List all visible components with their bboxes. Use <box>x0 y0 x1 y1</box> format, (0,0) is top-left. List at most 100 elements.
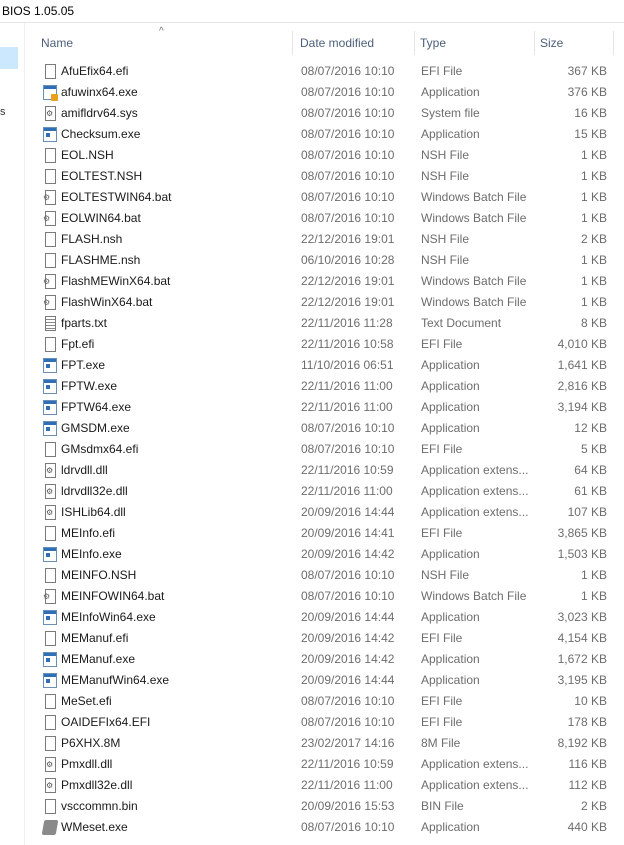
file-icon <box>45 64 56 79</box>
file-row[interactable]: Fpt.efi 22/11/2016 10:58 EFI File 4,010 KB <box>36 334 614 355</box>
file-row[interactable]: MEInfo.efi 20/09/2016 14:41 EFI File 3,865 … <box>36 523 614 544</box>
file-row[interactable]: MEManuf.exe 20/09/2016 14:42 Application 1,… <box>36 649 614 670</box>
file-type: Windows Batch File <box>421 190 527 204</box>
column-header-size[interactable]: Size <box>535 31 614 55</box>
file-date-modified: 08/07/2016 10:10 <box>301 568 395 582</box>
file-date-modified: 20/09/2016 14:44 <box>301 505 395 519</box>
file-row[interactable]: MEInfoWin64.exe 20/09/2016 14:44 Applicati… <box>36 607 614 628</box>
app-icon <box>43 358 57 373</box>
file-size: 1 KB <box>580 589 607 603</box>
file-size: 10 KB <box>574 694 607 708</box>
file-size: 107 KB <box>567 505 607 519</box>
file-row[interactable]: MEInfo.exe 20/09/2016 14:42 Application 1,5… <box>36 544 614 565</box>
file-type: Windows Batch File <box>421 211 527 225</box>
file-row[interactable]: WMeset.exe 08/07/2016 10:10 Application 440… <box>36 817 614 838</box>
file-row[interactable]: Pmxdll.dll 22/11/2016 10:59 Application ex… <box>36 754 614 775</box>
file-row[interactable]: MEManufWin64.exe 20/09/2016 14:44 Applicat… <box>36 670 614 691</box>
file-date-modified: 22/12/2016 19:01 <box>301 232 395 246</box>
file-date-modified: 08/07/2016 10:10 <box>301 64 395 78</box>
file-row[interactable]: ldrvdll32e.dll 22/11/2016 11:00 Applicatio… <box>36 481 614 502</box>
file-row[interactable]: AfuEfix64.efi 08/07/2016 10:10 EFI File 367… <box>36 61 614 82</box>
file-row[interactable]: EOL.NSH 08/07/2016 10:10 NSH File 1 KB <box>36 145 614 166</box>
file-name: FPT.exe <box>61 358 106 372</box>
file-size: 8,192 KB <box>557 736 607 750</box>
file-size: 178 KB <box>567 715 607 729</box>
file-size: 3,195 KB <box>557 673 607 687</box>
file-name: fparts.txt <box>61 316 108 330</box>
file-name: MEManuf.efi <box>61 631 129 645</box>
file-name: OAIDEFIx64.EFI <box>61 715 151 729</box>
file-row[interactable]: FlashMEWinX64.bat 22/12/2016 19:01 Windows… <box>36 271 614 292</box>
file-row[interactable]: ldrvdll.dll 22/11/2016 10:59 Application e… <box>36 460 614 481</box>
file-date-modified: 08/07/2016 10:10 <box>301 106 395 120</box>
column-header-date-modified[interactable]: Date modified <box>295 31 415 55</box>
column-header-row: ^ Name Date modified Type Size <box>36 26 614 55</box>
file-type: EFI File <box>421 526 463 540</box>
file-row[interactable]: FlashWinX64.bat 22/12/2016 19:01 Windows B… <box>36 292 614 313</box>
file-date-modified: 06/10/2016 10:28 <box>301 253 395 267</box>
file-name: vsccommn.bin <box>61 799 138 813</box>
file-icon <box>45 631 56 646</box>
file-name: WMeset.exe <box>61 820 128 834</box>
file-type: Application <box>421 820 480 834</box>
file-icon <box>45 736 56 751</box>
file-row[interactable]: FPTW.exe 22/11/2016 11:00 Application 2,816… <box>36 376 614 397</box>
file-row[interactable]: EOLWIN64.bat 08/07/2016 10:10 Windows Batc… <box>36 208 614 229</box>
file-size: 64 KB <box>574 463 607 477</box>
file-name: MeSet.efi <box>61 694 112 708</box>
file-size: 440 KB <box>567 820 607 834</box>
file-icon <box>45 568 56 583</box>
file-row[interactable]: MEManuf.efi 20/09/2016 14:42 EFI File 4,154… <box>36 628 614 649</box>
app-icon <box>43 421 57 436</box>
file-row[interactable]: P6XHX.8M 23/02/2017 14:16 8M File 8,192 KB <box>36 733 614 754</box>
file-size: 16 KB <box>574 106 607 120</box>
file-row[interactable]: GMSDM.exe 08/07/2016 10:10 Application 12 K… <box>36 418 614 439</box>
file-name: AfuEfix64.efi <box>61 64 129 78</box>
file-size: 3,865 KB <box>557 526 607 540</box>
file-row[interactable]: amifldrv64.sys 08/07/2016 10:10 System fil… <box>36 103 614 124</box>
system-file-icon <box>45 757 56 772</box>
file-type: Application <box>421 547 480 561</box>
file-row[interactable]: EOLTESTWIN64.bat 08/07/2016 10:10 Windows … <box>36 187 614 208</box>
system-file-icon <box>45 778 56 793</box>
file-row[interactable]: FLASHME.nsh 06/10/2016 10:28 NSH File 1 KB <box>36 250 614 271</box>
column-header-type[interactable]: Type <box>415 31 535 55</box>
file-date-modified: 20/09/2016 14:42 <box>301 547 395 561</box>
file-date-modified: 22/11/2016 11:00 <box>301 379 393 393</box>
file-type: Application extens... <box>421 484 529 498</box>
file-row[interactable]: OAIDEFIx64.EFI 08/07/2016 10:10 EFI File 17… <box>36 712 614 733</box>
file-name: Pmxdll.dll <box>61 757 113 771</box>
file-size: 1 KB <box>580 211 607 225</box>
column-header-name[interactable]: Name <box>36 31 293 55</box>
file-row[interactable]: MEINFOWIN64.bat 08/07/2016 10:10 Windows B… <box>36 586 614 607</box>
file-row[interactable]: vsccommn.bin 20/09/2016 15:53 BIN File 2 KB <box>36 796 614 817</box>
file-row[interactable]: ISHLib64.dll 20/09/2016 14:44 Application … <box>36 502 614 523</box>
file-type: Application <box>421 358 480 372</box>
file-row[interactable]: Pmxdll32e.dll 22/11/2016 11:00 Application… <box>36 775 614 796</box>
file-row[interactable]: Checksum.exe 08/07/2016 10:10 Application 1… <box>36 124 614 145</box>
file-row[interactable]: GMsdmx64.efi 08/07/2016 10:10 EFI File 5 KB <box>36 439 614 460</box>
file-type: 8M File <box>421 736 461 750</box>
file-row[interactable]: MeSet.efi 08/07/2016 10:10 EFI File 10 KB <box>36 691 614 712</box>
file-type: Application <box>421 127 480 141</box>
file-size: 1 KB <box>580 568 607 582</box>
file-name: MEInfoWin64.exe <box>61 610 156 624</box>
file-size: 1 KB <box>580 253 607 267</box>
file-row[interactable]: fparts.txt 22/11/2016 11:28 Text Document 8… <box>36 313 614 334</box>
file-row[interactable]: FPT.exe 11/10/2016 06:51 Application 1,641 … <box>36 355 614 376</box>
file-size: 3,023 KB <box>557 610 607 624</box>
title-bar: BIOS 1.05.05 <box>0 0 624 23</box>
file-icon <box>45 442 56 457</box>
file-row[interactable]: FLASH.nsh 22/12/2016 19:01 NSH File 2 KB <box>36 229 614 250</box>
file-date-modified: 22/11/2016 11:00 <box>301 778 393 792</box>
file-date-modified: 22/12/2016 19:01 <box>301 274 395 288</box>
file-row[interactable]: EOLTEST.NSH 08/07/2016 10:10 NSH File 1 KB <box>36 166 614 187</box>
app-icon <box>43 610 57 625</box>
file-row[interactable]: FPTW64.exe 22/11/2016 11:00 Application 3,1… <box>36 397 614 418</box>
file-row[interactable]: MEINFO.NSH 08/07/2016 10:10 NSH File 1 KB <box>36 565 614 586</box>
file-row[interactable]: afuwinx64.exe 08/07/2016 10:10 Application… <box>36 82 614 103</box>
file-type: EFI File <box>421 337 463 351</box>
file-date-modified: 11/10/2016 06:51 <box>301 358 394 372</box>
navigation-pane[interactable]: s <box>0 23 25 845</box>
nav-selected-item[interactable] <box>0 47 18 69</box>
